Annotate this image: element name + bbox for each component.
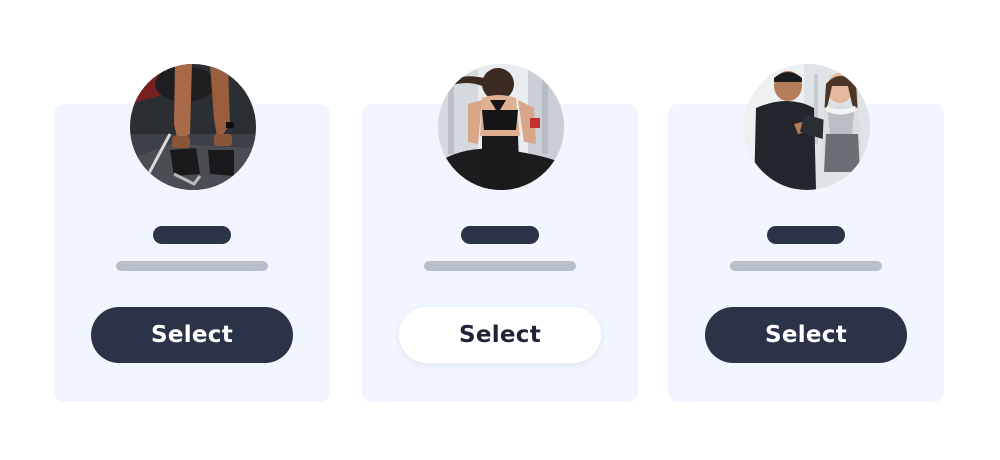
trainer-client-photo-icon	[744, 64, 870, 190]
select-button[interactable]: Select	[91, 307, 293, 363]
select-button[interactable]: Select	[705, 307, 907, 363]
trainer-card-2: Select	[362, 64, 638, 402]
trainer-card-3: Select	[668, 64, 944, 402]
trainer-name-placeholder	[767, 226, 845, 244]
select-button[interactable]: Select	[399, 307, 601, 363]
workout-photo-icon	[130, 64, 256, 190]
trainer-subtitle-placeholder	[424, 261, 576, 271]
trainer-card-1: Select	[54, 64, 330, 402]
trainer-name-placeholder	[153, 226, 231, 244]
trainer-selection-panel: Select Select Select	[0, 0, 1000, 460]
trainer-subtitle-placeholder	[116, 261, 268, 271]
trainer-subtitle-placeholder	[730, 261, 882, 271]
treadmill-runner-photo-icon	[438, 64, 564, 190]
trainer-name-placeholder	[461, 226, 539, 244]
